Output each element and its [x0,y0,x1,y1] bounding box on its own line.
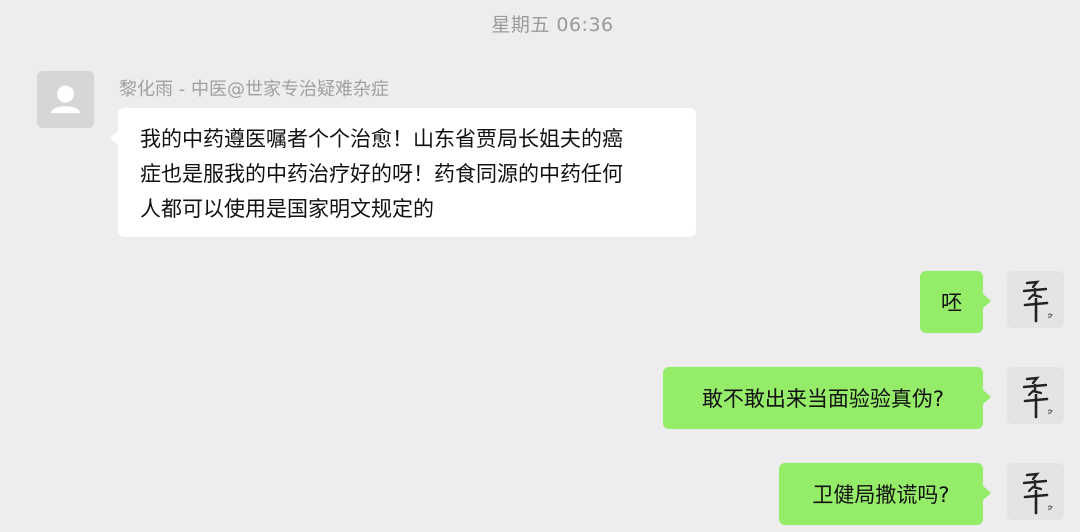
message-text: 敢不敢出来当面验验真伪? [701,387,945,411]
message-timestamp: 星期五 06:36 [491,14,614,36]
message-text: 卫健局撒谎吗? [812,483,950,507]
message-line: 我的中药遵医嘱者个个治愈！山东省贾局长姐夫的癌 [140,127,623,151]
message-line: 人都可以使用是国家明文规定的 [140,197,434,221]
outgoing-message-bubble[interactable]: 呸 [920,271,991,333]
calligraphy-avatar-icon [1007,271,1064,328]
sender-avatar[interactable] [37,71,94,128]
calligraphy-avatar-icon [1007,367,1064,424]
outgoing-message-bubble[interactable]: 卫健局撒谎吗? [779,463,991,525]
message-line: 症也是服我的中药治疗好的呀！药食同源的中药任何 [140,162,623,186]
incoming-message-bubble[interactable]: 我的中药遵医嘱者个个治愈！山东省贾局长姐夫的癌 症也是服我的中药治疗好的呀！药食… [110,108,696,237]
message-text: 呸 [941,291,962,315]
user-avatar[interactable] [1007,463,1064,520]
default-person-icon [37,71,94,128]
outgoing-message-bubble[interactable]: 敢不敢出来当面验验真伪? [663,367,991,429]
sender-name: 黎化雨 - 中医@世家专治疑难杂症 [119,79,389,100]
user-avatar[interactable] [1007,271,1064,328]
user-avatar[interactable] [1007,367,1064,424]
chat-window: { "timestamp": "星期五 06:36", "incoming": … [0,0,1080,532]
calligraphy-avatar-icon [1007,463,1064,520]
